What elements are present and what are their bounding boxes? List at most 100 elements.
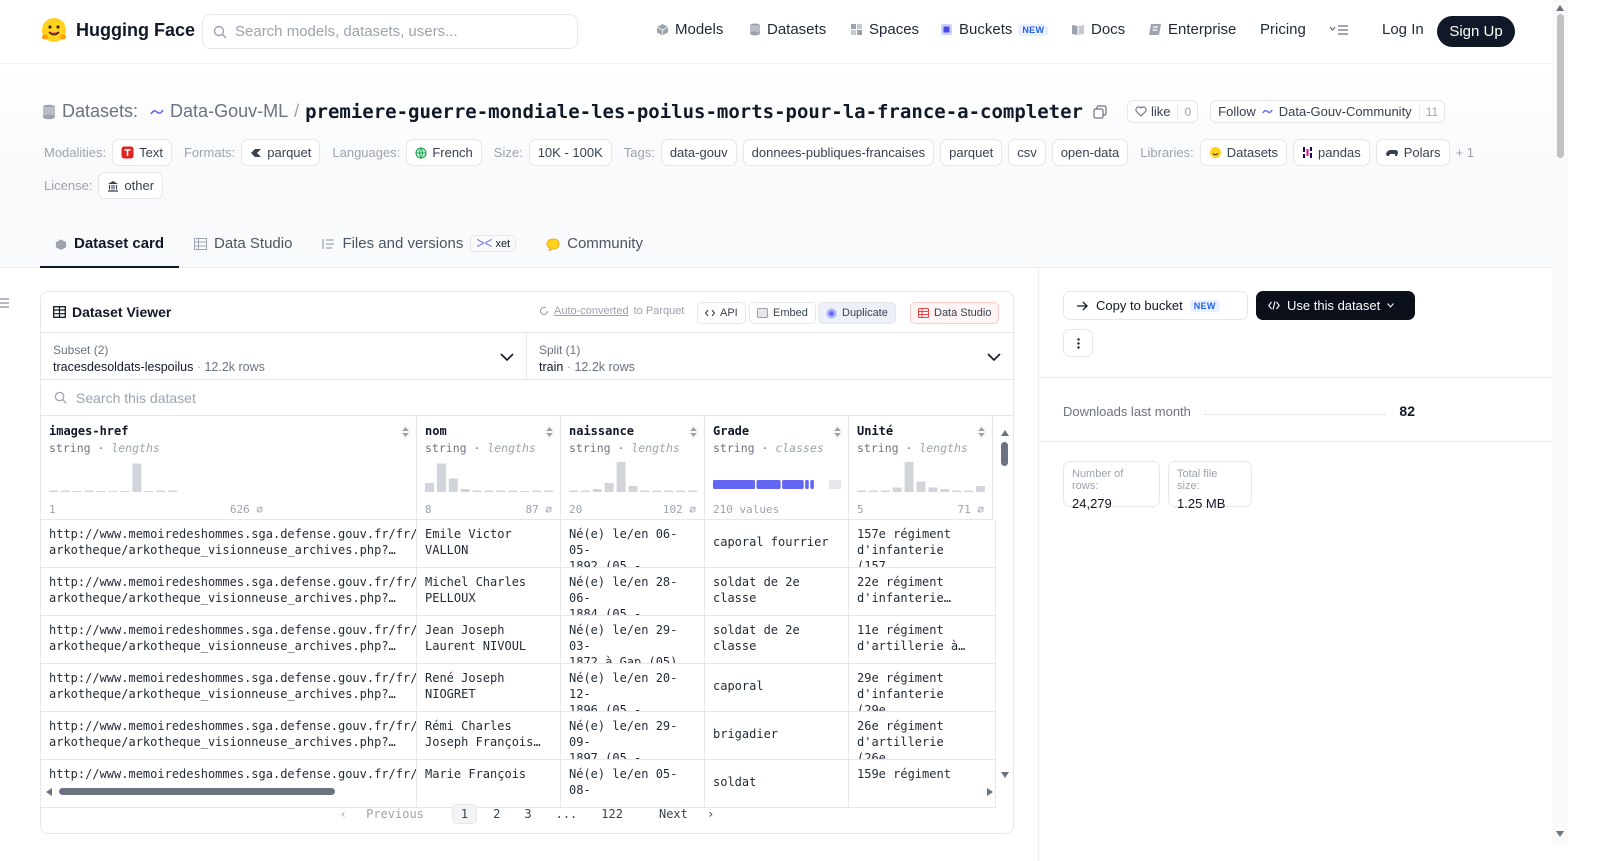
- table-cell-images[interactable]: http://www.memoiredeshommes.sga.defense.…: [41, 664, 417, 712]
- library-polars[interactable]: Polars: [1375, 139, 1450, 166]
- sort-icon[interactable]: [833, 426, 842, 438]
- histogram-bar[interactable]: [976, 486, 985, 492]
- duplicate-button[interactable]: Duplicate: [818, 302, 896, 324]
- histogram-bar[interactable]: [592, 489, 602, 492]
- sort-icon[interactable]: [401, 426, 410, 438]
- tag-format-parquet[interactable]: parquet: [241, 139, 321, 166]
- subset-select[interactable]: Subset (2) tracesdesoldats-lespoilus · 1…: [41, 333, 527, 380]
- column-header-naissance[interactable]: naissance string · lengths 20 102 ⌀: [561, 416, 705, 520]
- column-header-nom[interactable]: nom string · lengths 8 87 ⌀: [417, 416, 561, 520]
- copy-icon[interactable]: [1093, 104, 1107, 119]
- table-cell-grade[interactable]: soldat de 2e classe: [705, 568, 849, 616]
- nav-enterprise[interactable]: Enterprise: [1148, 21, 1236, 38]
- table-cell-unite[interactable]: 11e régiment d'artillerie à…: [849, 616, 996, 664]
- tab-dataset-card[interactable]: Dataset card: [40, 226, 180, 268]
- nav-datasets[interactable]: Datasets: [749, 21, 826, 38]
- sort-icon[interactable]: [689, 426, 698, 438]
- table-cell-nom[interactable]: Jean Joseph Laurent NIVOUL: [417, 616, 561, 664]
- table-cell-unite[interactable]: 22e régiment d'infanterie…: [849, 568, 996, 616]
- histogram-bar[interactable]: [484, 490, 494, 493]
- histogram-bar[interactable]: [496, 490, 506, 493]
- histogram-bar[interactable]: [448, 478, 458, 493]
- histogram-bar[interactable]: [49, 490, 58, 493]
- sort-icon[interactable]: [977, 426, 986, 438]
- pager-page-last[interactable]: 122: [589, 807, 635, 821]
- table-cell-nom[interactable]: René Joseph NIOGRET: [417, 664, 561, 712]
- histogram-bar[interactable]: [132, 463, 142, 493]
- tag-item[interactable]: open-data: [1051, 139, 1129, 166]
- more-libraries[interactable]: + 1: [1456, 145, 1474, 160]
- class-segment-other[interactable]: [829, 480, 841, 489]
- histogram-bar[interactable]: [688, 490, 697, 493]
- sidebar-toggle-icon[interactable]: [0, 298, 9, 308]
- histogram-bar[interactable]: [425, 483, 434, 492]
- nav-spaces[interactable]: Spaces: [850, 21, 919, 38]
- histogram-bar[interactable]: [569, 490, 578, 493]
- histogram-bar[interactable]: [604, 483, 614, 492]
- class-segment[interactable]: [713, 480, 756, 489]
- histogram-bar[interactable]: [916, 481, 926, 493]
- pager-previous[interactable]: ‹ Previous: [328, 807, 448, 821]
- histogram-bar[interactable]: [857, 490, 866, 493]
- tab-files-and-versions[interactable]: Files and versions ᐳᐸ xet: [307, 226, 531, 268]
- copy-to-bucket-button[interactable]: Copy to bucket NEW: [1063, 291, 1248, 320]
- data-studio-button[interactable]: Data Studio: [910, 302, 1000, 324]
- tab-community[interactable]: Community: [531, 226, 658, 268]
- pager-page[interactable]: 2: [481, 807, 512, 821]
- table-cell-images[interactable]: http://www.memoiredeshommes.sga.defense.…: [41, 568, 417, 616]
- more-options-button[interactable]: [1063, 329, 1093, 357]
- signup-button[interactable]: Sign Up: [1437, 16, 1515, 47]
- histogram-bar[interactable]: [964, 490, 974, 493]
- tag-size[interactable]: 10K - 100K: [528, 139, 612, 166]
- table-cell-naissance[interactable]: Né(e) le/en 06-05- 1892 (05 - Hautes…: [561, 520, 705, 568]
- brand-logo[interactable]: Hugging Face: [40, 16, 195, 44]
- column-header-grade[interactable]: Grade string · classes 210 values: [705, 416, 849, 520]
- class-segment[interactable]: [805, 480, 809, 489]
- embed-button[interactable]: Embed: [749, 302, 816, 324]
- histogram-bar[interactable]: [472, 490, 482, 493]
- follow-button[interactable]: Follow Data-Gouv-Community 11: [1210, 100, 1446, 123]
- histogram-bar[interactable]: [940, 489, 950, 492]
- vertical-scroll-thumb[interactable]: [1001, 442, 1008, 466]
- nav-pricing[interactable]: Pricing: [1260, 21, 1306, 38]
- histogram-bar[interactable]: [580, 490, 590, 493]
- column-header-images-href[interactable]: images-href string · lengths 1 626 ⌀: [41, 416, 417, 520]
- histogram-bar[interactable]: [904, 462, 914, 492]
- pager-page[interactable]: 3: [512, 807, 543, 821]
- nav-models[interactable]: Models: [656, 21, 723, 38]
- section-label[interactable]: Datasets:: [62, 101, 138, 122]
- table-cell-naissance[interactable]: Né(e) le/en 20-12- 1896 (05 - Hautes…: [561, 664, 705, 712]
- table-cell-grade[interactable]: brigadier: [705, 712, 849, 760]
- dataset-name[interactable]: premiere-guerre-mondiale-les-poilus-mort…: [305, 101, 1083, 123]
- histogram-bar[interactable]: [120, 491, 130, 492]
- histogram-bar[interactable]: [108, 491, 118, 492]
- use-this-dataset-button[interactable]: Use this dataset: [1256, 291, 1415, 320]
- table-cell-nom[interactable]: Michel Charles PELLOUX: [417, 568, 561, 616]
- library-datasets[interactable]: Datasets: [1199, 139, 1288, 166]
- dataset-owner[interactable]: Data-Gouv-ML: [170, 101, 288, 122]
- histogram-bar[interactable]: [652, 490, 662, 493]
- histogram-bar[interactable]: [532, 490, 542, 493]
- sort-icon[interactable]: [545, 426, 554, 438]
- table-cell-naissance[interactable]: Né(e) le/en 28-06- 1884 (05 - Hautes…: [561, 568, 705, 616]
- table-cell-grade[interactable]: soldat de 2e classe: [705, 616, 849, 664]
- histogram-bar[interactable]: [544, 490, 553, 493]
- global-search-input[interactable]: Search models, datasets, users...: [202, 14, 578, 49]
- table-cell-unite[interactable]: 26e régiment d'artillerie (26e…: [849, 712, 996, 760]
- table-cell-naissance[interactable]: Né(e) le/en 29-03- 1872 à Gap (05)…: [561, 616, 705, 664]
- scroll-down-icon[interactable]: [1556, 831, 1564, 837]
- library-pandas[interactable]: pandas: [1293, 139, 1370, 166]
- tag-language-french[interactable]: French: [406, 139, 482, 166]
- tag-item[interactable]: parquet: [940, 139, 1003, 166]
- vertical-scrollbar[interactable]: [996, 428, 1013, 780]
- table-cell-grade[interactable]: caporal fourrier: [705, 520, 849, 568]
- nav-docs[interactable]: Docs: [1071, 21, 1125, 38]
- table-cell-images[interactable]: http://www.memoiredeshommes.sga.defense.…: [41, 616, 417, 664]
- histogram-bar[interactable]: [168, 490, 177, 493]
- histogram-bar[interactable]: [868, 490, 878, 493]
- histogram-bar[interactable]: [460, 489, 470, 492]
- histogram-bar[interactable]: [892, 487, 902, 493]
- pager-page-current[interactable]: 1: [451, 804, 478, 824]
- histogram-bar[interactable]: [96, 491, 106, 492]
- tag-item[interactable]: donnees-publiques-francaises: [742, 139, 935, 166]
